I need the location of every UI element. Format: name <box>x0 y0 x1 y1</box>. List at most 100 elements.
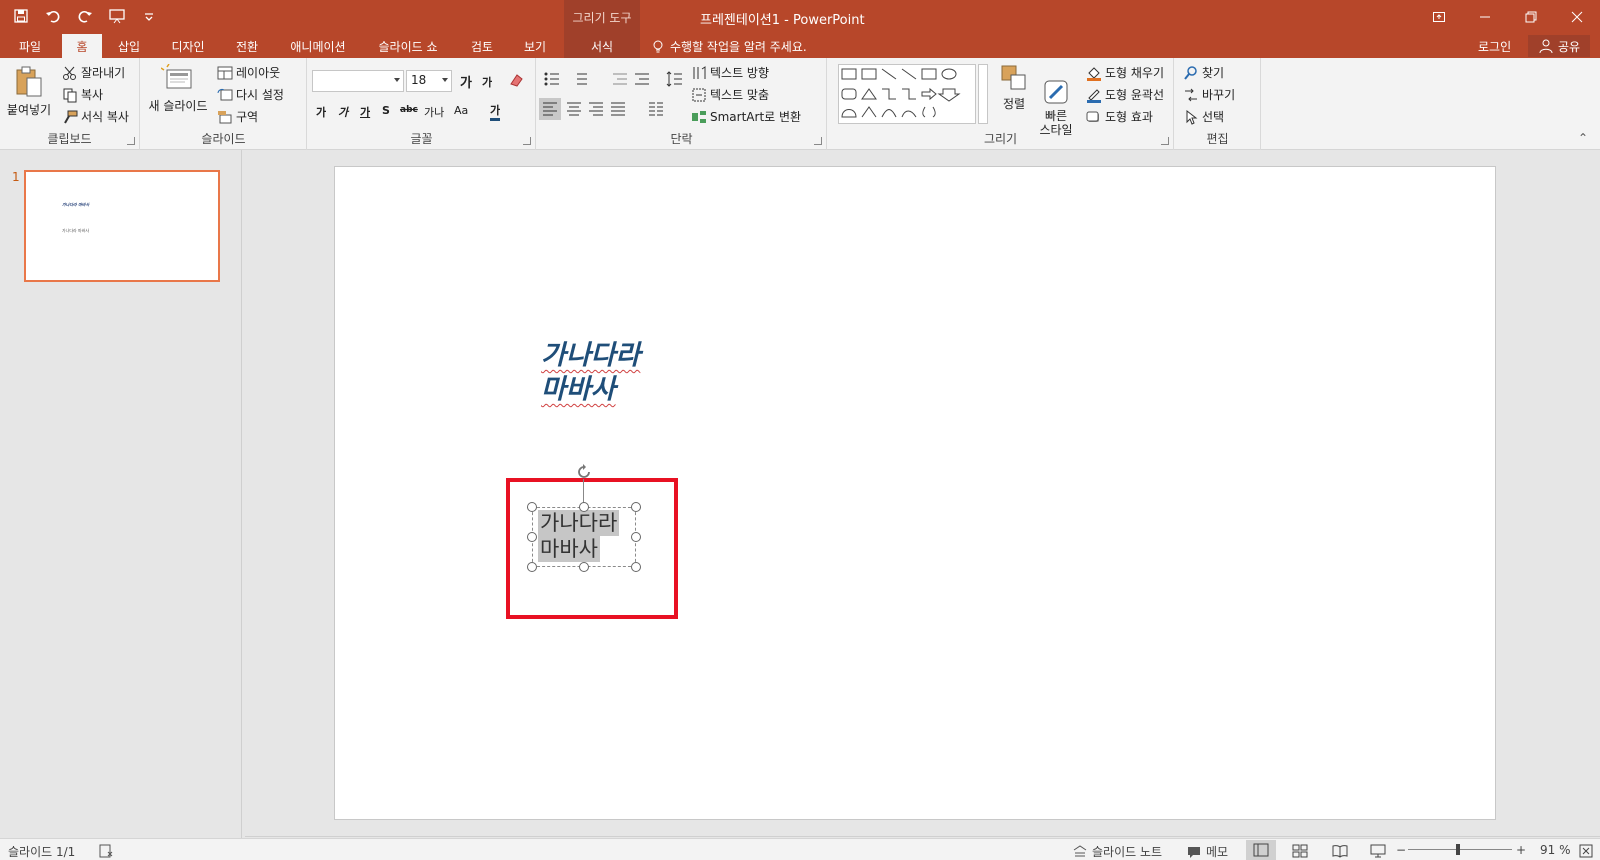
columns-icon[interactable] <box>647 100 665 118</box>
shape-fill-label: 도형 채우기 <box>1105 66 1165 80</box>
undo-icon[interactable] <box>40 4 66 28</box>
collapse-ribbon-icon[interactable]: ⌃ <box>1578 131 1588 145</box>
horizontal-scrollbar-track[interactable] <box>245 836 1600 837</box>
save-icon[interactable] <box>8 4 34 28</box>
smartart-button[interactable]: SmartArt로 변환 <box>691 108 801 125</box>
list-and-indent-icons[interactable] <box>543 70 663 88</box>
shape-effects-button[interactable]: 도형 효과 <box>1086 108 1153 125</box>
shape-outline-label: 도형 윤곽선 <box>1105 88 1165 102</box>
new-slide-icon <box>160 63 192 89</box>
slide-thumbnail[interactable]: 가나다라 마바사 가나다라 마바사 <box>24 170 220 282</box>
slide-sorter-button[interactable] <box>1292 843 1308 859</box>
reset-button[interactable]: 다시 설정 <box>217 86 284 103</box>
zoom-level[interactable]: 91 % <box>1540 843 1571 857</box>
normal-view-button[interactable] <box>1246 840 1276 860</box>
login-link[interactable]: 로그인 <box>1478 38 1511 55</box>
slideshow-view-button[interactable] <box>1370 843 1386 859</box>
grow-font-button[interactable]: 가 <box>460 72 472 91</box>
new-slide-button[interactable]: 새 슬라이드 <box>147 63 209 114</box>
slide-canvas[interactable]: 가나다라 마바사 가나다라 마바사 <box>334 166 1496 820</box>
section-button[interactable]: 구역 <box>217 108 258 125</box>
restore-icon[interactable] <box>1508 0 1554 34</box>
minimize-icon[interactable] <box>1462 0 1508 34</box>
resize-handle-top-left[interactable] <box>527 502 537 512</box>
strikethrough-button[interactable]: abc <box>400 105 418 115</box>
copy-button[interactable]: 복사 <box>62 86 103 103</box>
layout-button[interactable]: 레이아웃 <box>217 64 280 81</box>
tab-home[interactable]: 홈 <box>62 34 102 58</box>
arrange-icon <box>1001 65 1026 90</box>
alignment-icons[interactable] <box>539 98 639 120</box>
paste-label: 붙여넣기 <box>6 103 52 117</box>
underline-button[interactable]: 가 <box>360 104 370 120</box>
resize-handle-top-right[interactable] <box>631 502 641 512</box>
slideshow-start-icon[interactable] <box>104 4 130 28</box>
redo-icon[interactable] <box>72 4 98 28</box>
tab-format[interactable]: 서식 <box>564 34 640 58</box>
notes-button[interactable]: 슬라이드 노트 <box>1072 843 1162 860</box>
tab-slideshow[interactable]: 슬라이드 쇼 <box>368 34 448 58</box>
font-launcher-icon[interactable] <box>523 137 531 145</box>
resize-handle-bottom-right[interactable] <box>631 562 641 572</box>
change-case-button[interactable]: Aa <box>454 104 468 117</box>
clear-formatting-icon[interactable] <box>508 72 524 88</box>
close-icon[interactable] <box>1554 0 1600 34</box>
character-spacing-button[interactable]: 가나 <box>424 104 444 120</box>
shapes-gallery[interactable] <box>838 64 976 124</box>
ribbon-display-options-icon[interactable] <box>1416 0 1462 34</box>
comments-button[interactable]: 메모 <box>1186 843 1228 860</box>
align-text-label: 텍스트 맞춤 <box>710 88 770 102</box>
format-painter-button[interactable]: 서식 복사 <box>62 108 129 125</box>
paint-bucket-icon <box>1087 66 1101 81</box>
resize-handle-left[interactable] <box>527 532 537 542</box>
shape-outline-button[interactable]: 도형 윤곽선 <box>1086 86 1164 103</box>
resize-handle-right[interactable] <box>631 532 641 542</box>
zoom-slider-track[interactable] <box>1408 849 1512 850</box>
clipboard-launcher-icon[interactable] <box>127 137 135 145</box>
rotate-handle-icon[interactable] <box>575 463 593 481</box>
resize-handle-bottom[interactable] <box>579 562 589 572</box>
select-button[interactable]: 선택 <box>1183 108 1224 125</box>
shapes-gallery-icons <box>841 68 961 118</box>
fit-to-window-button[interactable] <box>1578 843 1594 859</box>
customize-qat-icon[interactable] <box>136 4 162 28</box>
italic-button[interactable]: 가 <box>338 104 348 120</box>
find-button[interactable]: 찾기 <box>1183 64 1224 81</box>
font-name-combo[interactable] <box>312 70 404 92</box>
bold-button[interactable]: 가 <box>316 104 326 120</box>
resize-handle-top[interactable] <box>579 502 589 512</box>
text-direction-button[interactable]: 텍스트 방향 <box>691 64 769 81</box>
drawing-launcher-icon[interactable] <box>1161 137 1169 145</box>
shape-fill-button[interactable]: 도형 채우기 <box>1086 64 1164 81</box>
zoom-in-button[interactable]: + <box>1516 843 1526 857</box>
tab-review[interactable]: 검토 <box>460 34 504 58</box>
align-text-button[interactable]: 텍스트 맞춤 <box>691 86 769 103</box>
zoom-slider-thumb[interactable] <box>1456 844 1460 855</box>
zoom-out-button[interactable]: − <box>1396 843 1406 857</box>
reading-view-button[interactable] <box>1332 843 1348 859</box>
shapes-gallery-scroll[interactable] <box>978 64 988 124</box>
resize-handle-bottom-left[interactable] <box>527 562 537 572</box>
tab-design[interactable]: 디자인 <box>160 34 216 58</box>
paragraph-launcher-icon[interactable] <box>814 137 822 145</box>
font-color-button[interactable]: 가 <box>490 102 501 121</box>
replace-button[interactable]: 바꾸기 <box>1183 86 1235 103</box>
tab-insert[interactable]: 삽입 <box>108 34 150 58</box>
arrange-button[interactable]: 정렬 <box>996 64 1032 112</box>
shrink-font-button[interactable]: 가 <box>482 74 492 90</box>
tab-animations[interactable]: 애니메이션 <box>280 34 356 58</box>
share-button[interactable]: 공유 <box>1528 35 1590 57</box>
font-size-combo[interactable]: 18 <box>406 70 452 92</box>
paste-button[interactable]: 붙여넣기 <box>4 64 54 118</box>
body-textbox-text[interactable]: 가나다라 마바사 <box>538 510 620 562</box>
tab-transitions[interactable]: 전환 <box>224 34 270 58</box>
tab-view[interactable]: 보기 <box>512 34 558 58</box>
line-spacing-icon[interactable] <box>665 70 683 88</box>
tab-file[interactable]: 파일 <box>8 34 52 58</box>
cut-button[interactable]: 잘라내기 <box>62 64 125 81</box>
shadow-button[interactable]: S <box>382 104 390 117</box>
clipboard-group: 붙여넣기 잘라내기 복사 서식 복사 클립보드 <box>0 58 140 150</box>
tell-me-box[interactable]: 수행할 작업을 알려 주세요. <box>650 38 807 55</box>
spell-check-status[interactable] <box>98 843 114 859</box>
title-placeholder[interactable]: 가나다라 마바사 <box>541 339 640 407</box>
